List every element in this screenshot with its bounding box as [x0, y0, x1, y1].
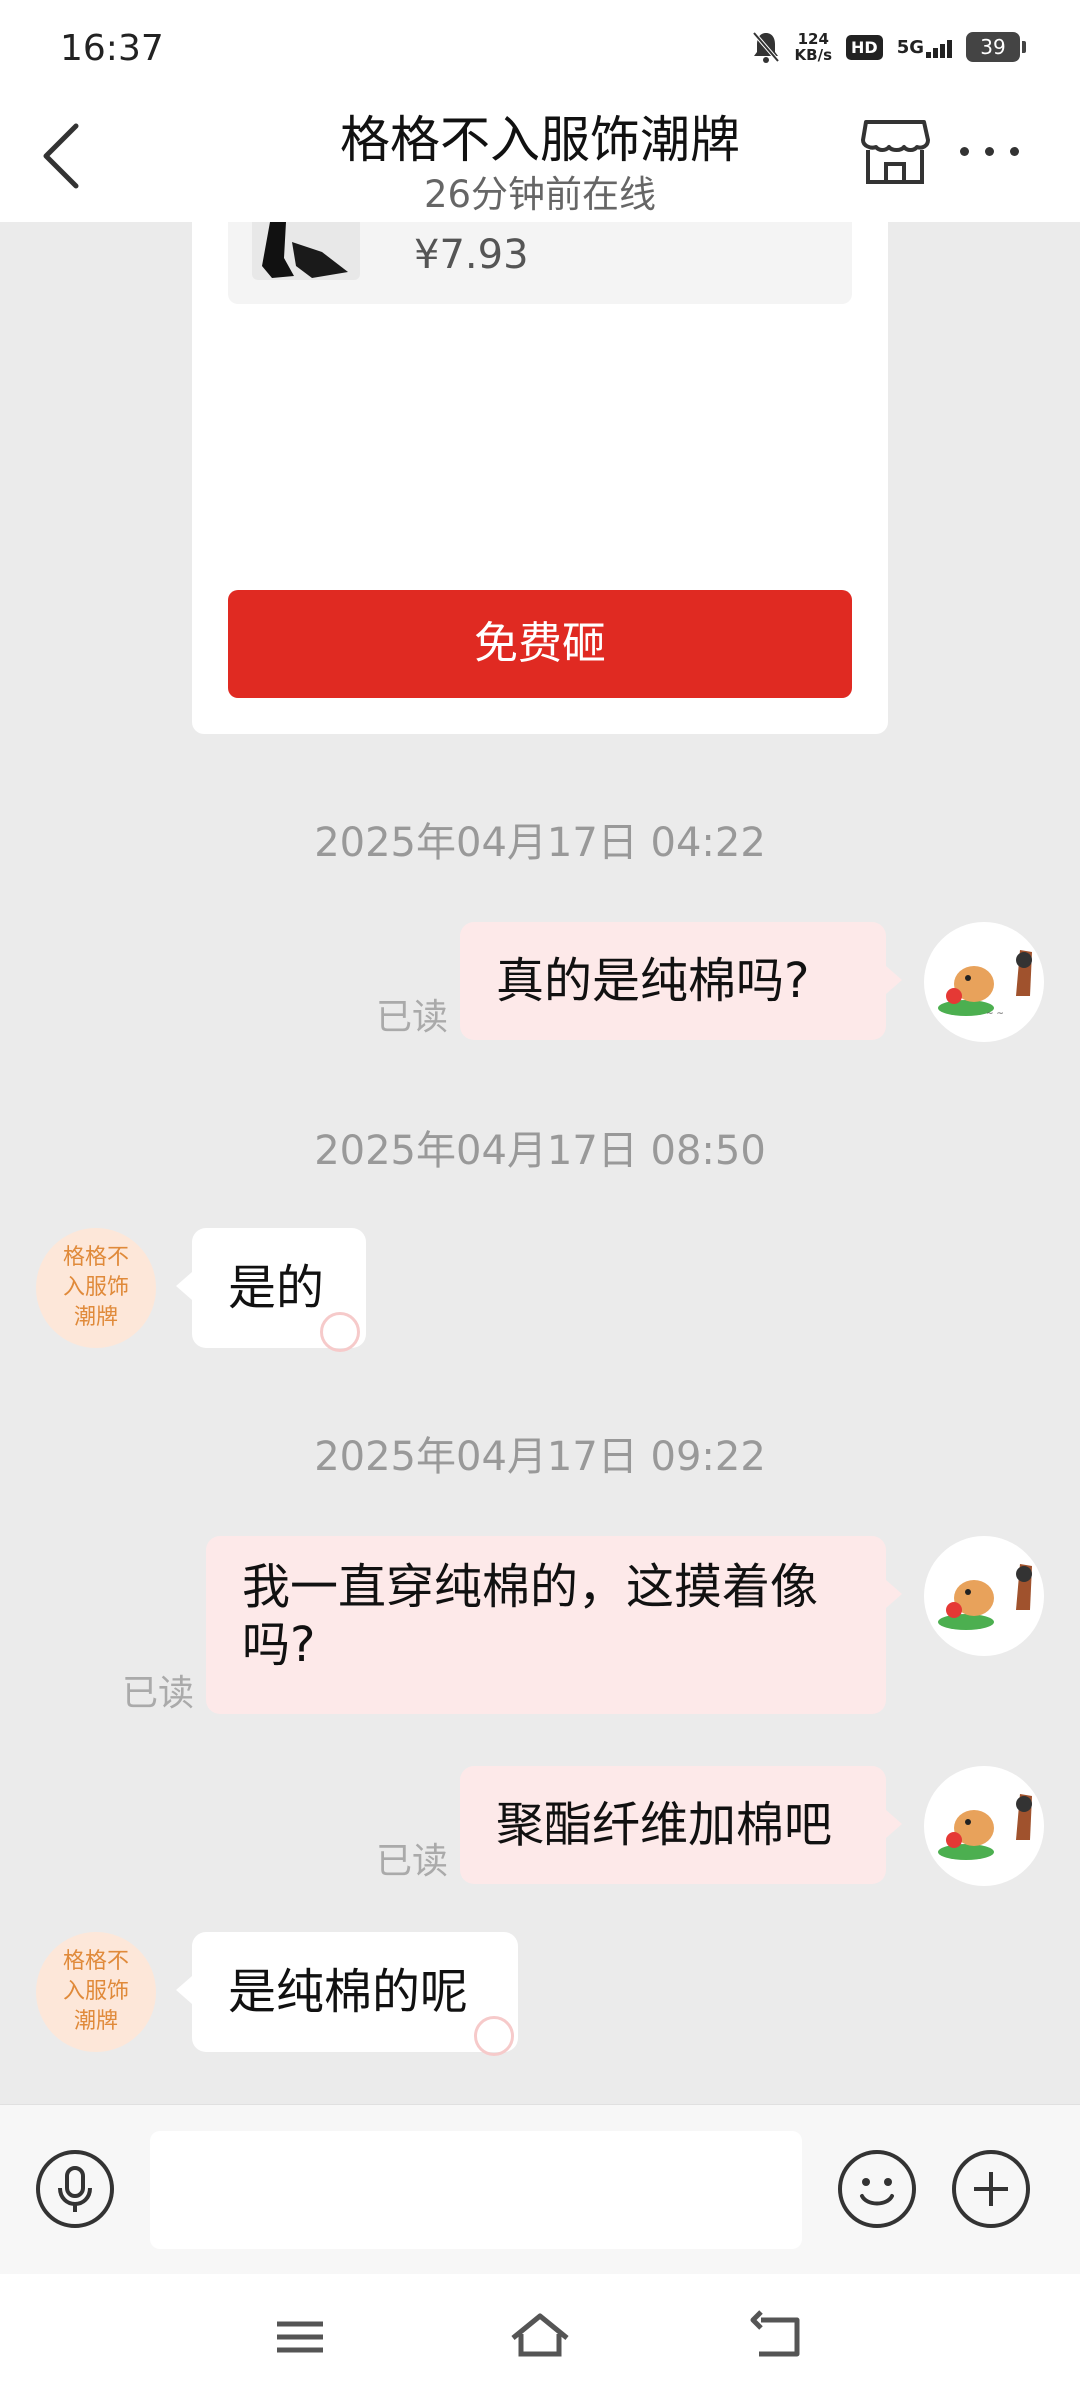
message-text-line2: 吗? [242, 1617, 316, 1673]
signal-5g-icon: 5G [897, 37, 952, 58]
smiley-icon [860, 2178, 894, 2206]
stamp-icon [320, 1312, 360, 1352]
menu-icon [277, 2321, 323, 2353]
read-status: 已读 [376, 997, 449, 1038]
more-actions-button[interactable] [952, 2150, 1030, 2228]
my-avatar[interactable] [924, 1536, 1044, 1656]
shop-message-bubble[interactable]: 是纯棉的呢 [176, 1932, 518, 2056]
message-timestamp: 2025年04月17日 09:22 [314, 1434, 766, 1480]
shop-button[interactable] [858, 116, 932, 190]
message-input-bar [0, 2104, 1080, 2274]
my-avatar[interactable]: ~ ~ [924, 922, 1044, 1042]
status-time: 16:37 [60, 28, 164, 69]
read-status: 已读 [122, 1673, 195, 1714]
message-text-line1: 我一直穿纯棉的，这摸着像 [242, 1559, 819, 1615]
my-message-bubble[interactable]: 真的是纯棉吗? [460, 922, 902, 1040]
my-message-bubble[interactable]: 聚酯纤维加棉吧 [460, 1766, 902, 1884]
message-text: 真的是纯棉吗? [496, 953, 810, 1009]
message-text: 是纯棉的呢 [228, 1964, 469, 2020]
status-icons: 124 KB/s HD 5G 39 [751, 30, 1026, 64]
shop-message-bubble[interactable]: 是的 [176, 1228, 366, 1352]
read-status: 已读 [376, 1841, 449, 1882]
battery-icon: 39 [966, 32, 1026, 62]
mute-bell-icon [752, 31, 780, 63]
home-button[interactable] [505, 2302, 575, 2372]
emoji-button[interactable] [838, 2150, 916, 2228]
shop-avatar[interactable]: 格格不 入服饰 潮牌 [36, 1228, 156, 1348]
hd-badge: HD [846, 34, 883, 60]
voice-input-button[interactable] [36, 2150, 114, 2228]
microphone-icon [58, 2166, 92, 2212]
shop-avatar[interactable]: 格格不 入服饰 潮牌 [36, 1932, 156, 2052]
home-icon [511, 2313, 569, 2357]
my-avatar[interactable] [924, 1766, 1044, 1886]
nav-back-button[interactable] [745, 2302, 815, 2372]
free-smash-button[interactable]: 免费砸 [228, 590, 852, 698]
product-image [252, 222, 360, 280]
more-options-button[interactable] [960, 136, 1034, 166]
status-bar: 16:37 124 KB/s HD 5G 39 [0, 0, 1080, 96]
chat-header: 格格不入服饰潮牌 26分钟前在线 [0, 96, 1080, 222]
message-input[interactable] [150, 2131, 802, 2249]
svg-text:~ ~: ~ ~ [986, 1009, 1004, 1019]
system-nav-bar [0, 2274, 1080, 2400]
message-text: 聚酯纤维加棉吧 [496, 1797, 833, 1853]
back-icon [750, 2310, 800, 2357]
product-info[interactable]: ¥7.93 [228, 222, 852, 304]
stamp-icon [474, 2016, 514, 2056]
plus-icon [974, 2172, 1008, 2206]
menu-button[interactable] [265, 2302, 335, 2372]
my-message-bubble[interactable]: 我一直穿纯棉的，这摸着像 吗? [206, 1536, 902, 1714]
network-speed: 124 KB/s [794, 30, 833, 64]
more-dots-icon [960, 146, 969, 156]
shop-icon [861, 120, 930, 184]
message-timestamp: 2025年04月17日 08:50 [314, 1128, 766, 1174]
product-card[interactable]: ¥7.93 免费砸 [192, 222, 888, 734]
message-timestamp: 2025年04月17日 04:22 [314, 820, 766, 866]
product-price: ¥7.93 [414, 232, 529, 278]
message-text: 是的 [228, 1260, 325, 1316]
